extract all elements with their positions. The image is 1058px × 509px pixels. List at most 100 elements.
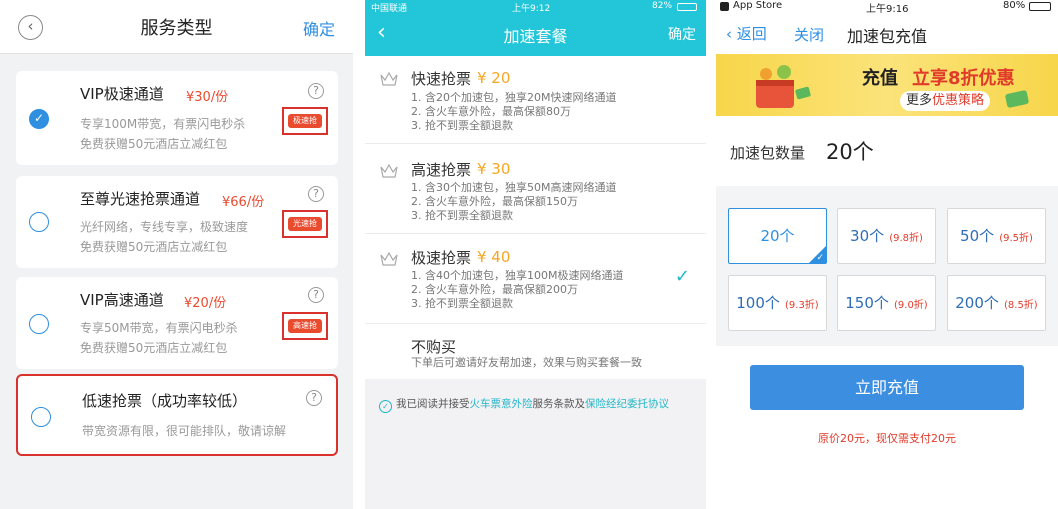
option-discount: (9.5折) (999, 233, 1033, 244)
option-count: 150个 (845, 294, 889, 312)
page-title: 加速套餐 (503, 27, 568, 46)
help-icon[interactable]: ? (308, 186, 324, 202)
package-price: ¥ 40 (477, 248, 511, 266)
service-title: VIP极速通道 (80, 85, 164, 103)
option-discount: (9.8折) (889, 233, 923, 244)
option-count: 20个 (760, 227, 795, 245)
corner-check-icon: ✓ (816, 253, 824, 263)
package-name: 极速抢票 (411, 249, 472, 267)
recharge-screen: App Store 上午9:16 80% ‹ 返回 关闭 加速包充值 充值 立享… (716, 0, 1058, 509)
help-icon[interactable]: ? (308, 83, 324, 99)
option-grid: 20个 ✓ 30个 (9.8折) 50个 (9.5折) 100个 (9.3折) … (716, 186, 1058, 346)
back-app-text[interactable]: App Store (733, 0, 782, 11)
radio-unselected[interactable] (29, 314, 49, 334)
option-count: 200个 (955, 294, 999, 312)
page-title: 服务类型 (140, 18, 213, 39)
crown-icon (380, 72, 398, 86)
gift-bag-icon (756, 65, 811, 108)
speed-badge: 光速抢 (288, 217, 322, 231)
service-title: 低速抢票（成功率较低） (82, 392, 248, 410)
header: ‹ 服务类型 确定 (0, 0, 353, 54)
selected-check-icon[interactable]: ✓ (29, 109, 49, 129)
option-200[interactable]: 200个 (8.5折) (947, 275, 1046, 331)
option-discount: (9.0折) (894, 300, 928, 311)
radio-unselected[interactable] (31, 407, 51, 427)
page-title: 加速包充值 (847, 27, 928, 46)
pill-highlight: 优惠策略 (932, 93, 985, 108)
cash-icon (1004, 89, 1030, 109)
banner-headline-discount: 立享8折优惠 (912, 68, 1015, 89)
quantity-label: 加速包数量 (730, 144, 806, 162)
agree-middle: 服务条款及 (532, 398, 586, 410)
help-icon[interactable]: ? (306, 390, 322, 406)
promo-banner[interactable]: 充值 立享8折优惠 更多优惠策略 (716, 54, 1058, 116)
confirm-button[interactable]: 确定 (668, 24, 696, 44)
price-note: 原价20元，现仅需支付20元 (818, 432, 956, 445)
service-price: ¥66/份 (222, 195, 265, 210)
status-bar: 中国联通 上午9:12 82% (365, 0, 706, 14)
service-card-low-speed[interactable]: 低速抢票（成功率较低） ? 带宽资源有限，很可能排队，敬请谅解 (16, 374, 338, 456)
service-card-vip-express[interactable]: ✓ VIP极速通道 ¥30/份 ? 专享100M带宽，有票闪电秒杀 免费获赠50… (16, 71, 338, 165)
more-offers-pill[interactable]: 更多优惠策略 (900, 91, 991, 111)
package-price: ¥ 30 (477, 160, 511, 178)
no-buy-desc: 下单后可邀请好友帮加速，效果与购买套餐一致 (411, 356, 642, 369)
quantity-row: 加速包数量 20个 (716, 116, 1058, 186)
service-desc: 专享50M带宽，有票闪电秒杀 (80, 321, 238, 335)
service-desc: 光纤网络，专线专享，极致速度 (80, 220, 249, 234)
agreement-text: ✓ 我已阅读并接受火车票意外险服务条款及保险经纪委托协议 (379, 396, 669, 413)
service-desc: 带宽资源有限，很可能排队，敬请谅解 (82, 424, 287, 438)
package-high[interactable]: 高速抢票 ¥ 30 1. 含30个加速包，独享50M高速网络通道 2. 含火车意… (365, 144, 706, 234)
option-150[interactable]: 150个 (9.0折) (837, 275, 936, 331)
quantity-value: 20个 (826, 140, 874, 164)
service-bonus: 免费获赠50元酒店立减红包 (80, 240, 228, 254)
agree-prefix: 我已阅读并接受 (396, 398, 470, 410)
service-bonus: 免费获赠50元酒店立减红包 (80, 341, 228, 355)
pill-prefix: 更多 (906, 93, 933, 108)
option-50[interactable]: 50个 (9.5折) (947, 208, 1046, 264)
package-extreme[interactable]: 极速抢票 ¥ 40 1. 含40个加速包，独享100M极速网络通道 2. 含火车… (365, 234, 706, 324)
crown-icon (380, 252, 398, 266)
crown-icon (380, 164, 398, 178)
package-fast[interactable]: 快速抢票 ¥ 20 1. 含20个加速包，独享20M快速网络通道 2. 含火车意… (365, 56, 706, 144)
service-price: ¥20/份 (184, 296, 227, 311)
battery-text: 80% (1003, 0, 1026, 11)
package-price: ¥ 20 (477, 69, 511, 87)
battery-icon (1029, 2, 1051, 11)
insurance-terms-link[interactable]: 火车票意外险 (470, 398, 533, 410)
package-name: 高速抢票 (411, 161, 472, 179)
back-button[interactable]: ‹ 返回 (726, 23, 767, 44)
service-title: VIP高速通道 (80, 291, 164, 309)
battery-icon (677, 3, 697, 11)
badge-highlight: 光速抢 (282, 210, 328, 238)
option-20[interactable]: 20个 ✓ (728, 208, 827, 264)
agreement-bar: ✓ 我已阅读并接受火车票意外险服务条款及保险经纪委托协议 (365, 379, 706, 509)
option-30[interactable]: 30个 (9.8折) (837, 208, 936, 264)
package-name: 快速抢票 (411, 70, 472, 88)
option-100[interactable]: 100个 (9.3折) (728, 275, 827, 331)
confirm-button[interactable]: 确定 (303, 16, 335, 40)
recharge-button[interactable]: 立即充值 (750, 365, 1024, 410)
service-card-vip-high[interactable]: VIP高速通道 ¥20/份 ? 专享50M带宽，有票闪电秒杀 免费获赠50元酒店… (16, 277, 338, 369)
service-desc: 专享100M带宽，有票闪电秒杀 (80, 117, 246, 131)
radio-unselected[interactable] (29, 212, 49, 232)
clock-text: 上午9:16 (866, 4, 909, 15)
service-card-supreme-light[interactable]: 至尊光速抢票通道 ¥66/份 ? 光纤网络，专线专享，极致速度 免费获赠50元酒… (16, 176, 338, 268)
speed-badge: 高速抢 (288, 319, 322, 333)
broker-agreement-link[interactable]: 保险经纪委托协议 (585, 398, 669, 410)
service-type-screen: ‹ 服务类型 确定 ✓ VIP极速通道 ¥30/份 ? 专享100M带宽，有票闪… (0, 0, 353, 509)
selected-check-icon: ✓ (674, 266, 690, 287)
option-count: 30个 (850, 227, 885, 245)
service-price: ¥30/份 (186, 90, 229, 105)
badge-highlight: 极速抢 (282, 107, 328, 135)
option-discount: (8.5折) (1004, 300, 1038, 311)
status-bar: App Store 上午9:16 80% (716, 0, 1058, 15)
nav-bar: ‹ 加速套餐 确定 (365, 13, 706, 56)
help-icon[interactable]: ? (308, 287, 324, 303)
option-count: 50个 (960, 227, 995, 245)
agree-check-icon[interactable]: ✓ (379, 400, 392, 413)
package-none[interactable]: 不购买 下单后可邀请好友帮加速，效果与购买套餐一致 (365, 324, 706, 379)
acceleration-package-screen: 中国联通 上午9:12 82% ‹ 加速套餐 确定 快速抢票 ¥ 20 1. 含… (365, 0, 706, 509)
speed-badge: 极速抢 (288, 114, 322, 128)
service-title: 至尊光速抢票通道 (80, 190, 201, 208)
close-button[interactable]: 关闭 (794, 24, 824, 45)
